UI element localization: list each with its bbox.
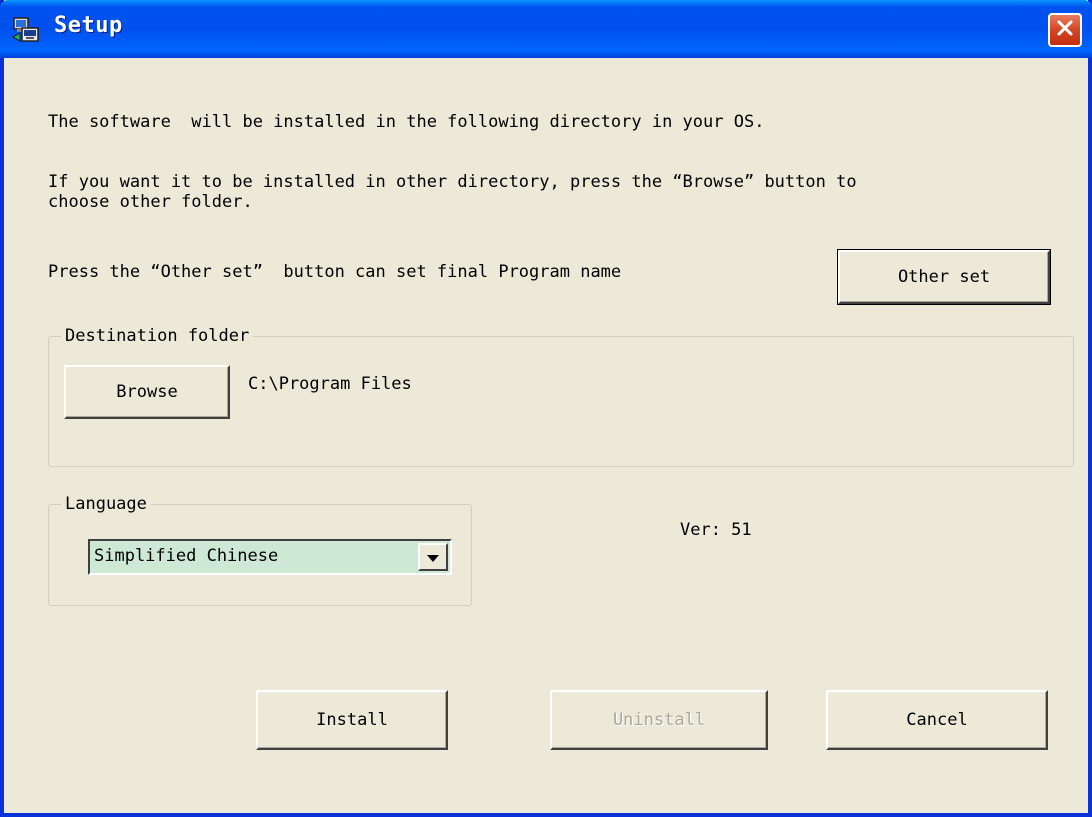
language-select[interactable]: Simplified Chinese [88, 539, 452, 575]
version-text: Ver: 51 [680, 520, 752, 540]
install-directory-text: The software will be installed in the fo… [48, 112, 765, 132]
window-title: Setup [54, 13, 123, 38]
uninstall-button[interactable]: Uninstall [550, 690, 768, 750]
browse-instruction-text-cont: choose other folder. [48, 192, 253, 212]
setup-computer-icon [11, 15, 42, 45]
chevron-down-icon [427, 548, 439, 567]
destination-path: C:\Program Files [248, 374, 412, 394]
cancel-button[interactable]: Cancel [826, 690, 1048, 750]
install-button[interactable]: Install [256, 690, 448, 750]
language-dropdown-button[interactable] [418, 543, 448, 571]
close-icon [1055, 18, 1075, 42]
title-bar[interactable]: Setup [0, 0, 1092, 58]
destination-folder-label: Destination folder [61, 325, 254, 347]
setup-window: Setup The software will be installed in … [0, 0, 1092, 817]
browse-button[interactable]: Browse [64, 365, 230, 419]
browse-instruction-text: If you want it to be installed in other … [48, 172, 857, 192]
close-button[interactable] [1048, 13, 1082, 47]
other-set-instruction-text: Press the “Other set” button can set fin… [48, 262, 622, 282]
language-selected-value: Simplified Chinese [94, 546, 279, 566]
language-label: Language [61, 493, 151, 515]
other-set-button[interactable]: Other set [837, 249, 1051, 305]
